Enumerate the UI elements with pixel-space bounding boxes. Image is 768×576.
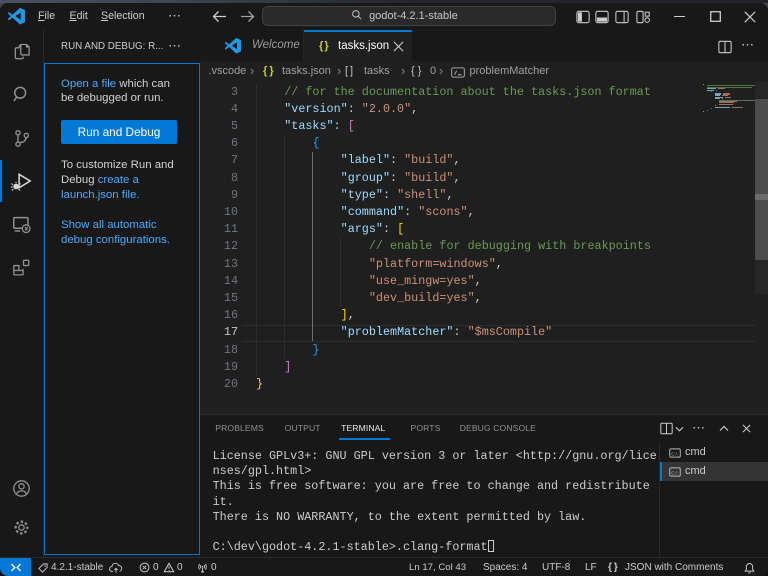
- svg-text:C:\: C:\: [671, 451, 678, 457]
- svg-text:C:\: C:\: [671, 470, 678, 476]
